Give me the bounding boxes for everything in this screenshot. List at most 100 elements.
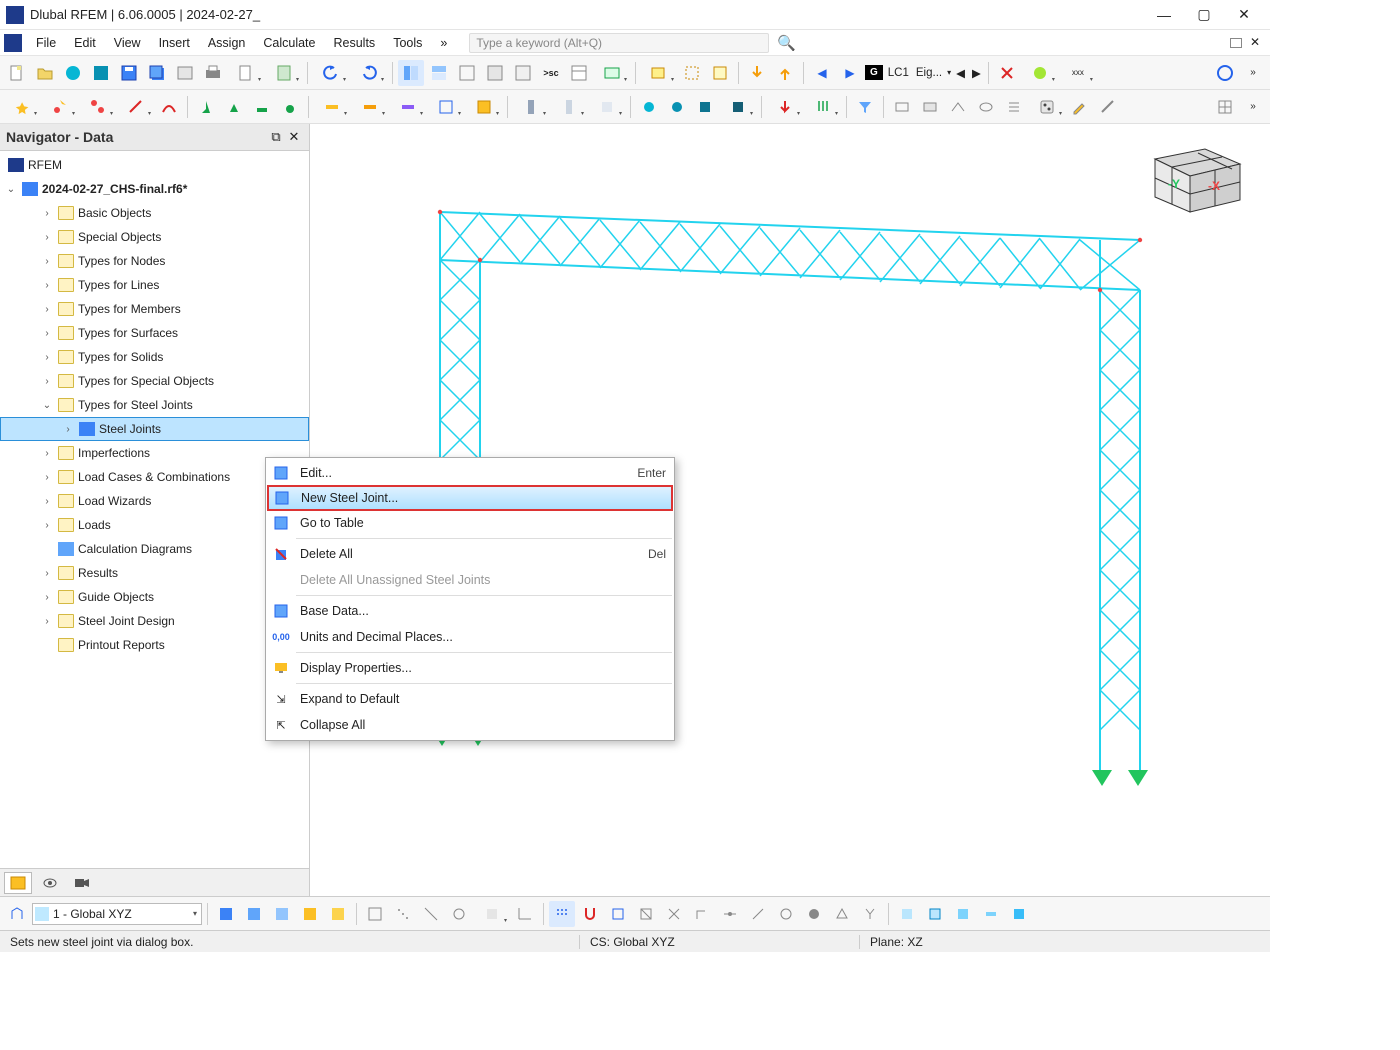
tree-item[interactable]: ›Loads (0, 513, 309, 537)
loadcase-next[interactable]: ▶ (970, 66, 983, 80)
maximize-button[interactable]: ▢ (1184, 2, 1224, 28)
overflow-icon-2[interactable]: » (1240, 94, 1266, 120)
layer-b-icon[interactable] (241, 901, 267, 927)
navigator-popout-icon[interactable]: ⧉ (267, 128, 285, 146)
expander-icon[interactable]: ⌄ (4, 184, 18, 195)
layer-d-icon[interactable] (297, 901, 323, 927)
layer-e-icon[interactable] (325, 901, 351, 927)
menu-results[interactable]: Results (326, 33, 384, 53)
joint-d-icon[interactable] (720, 94, 756, 120)
tree-item[interactable]: ›Types for Surfaces (0, 321, 309, 345)
support-c-icon[interactable] (249, 94, 275, 120)
cross-icon[interactable] (661, 901, 687, 927)
panel-close-icon[interactable]: ✕ (1250, 35, 1266, 51)
node-copy-icon[interactable] (80, 94, 116, 120)
snap-grid-icon[interactable] (549, 901, 575, 927)
new-file-icon[interactable] (4, 60, 30, 86)
node-new-icon[interactable] (4, 94, 40, 120)
expander-icon[interactable]: › (40, 232, 54, 243)
view-c-icon[interactable] (945, 94, 971, 120)
line-new-icon[interactable] (118, 94, 154, 120)
context-menu-item[interactable]: Base Data... (268, 598, 672, 624)
tree-item[interactable]: ›Steel Joint Design (0, 609, 309, 633)
tree-item[interactable]: ›Special Objects (0, 225, 309, 249)
open-file-icon[interactable] (32, 60, 58, 86)
minimize-button[interactable]: — (1144, 2, 1184, 28)
results-table-icon[interactable] (566, 60, 592, 86)
xxx-icon[interactable]: xxx (1060, 60, 1096, 86)
context-menu-item[interactable]: 0,00Units and Decimal Places... (268, 624, 672, 650)
orientation-cube[interactable]: -Y -X (1140, 134, 1250, 219)
section-b-icon[interactable] (466, 94, 502, 120)
navigator-tree[interactable]: RFEM ⌄ 2024-02-27_CHS-final.rf6* ›Basic … (0, 151, 309, 868)
navigator-video-tab[interactable] (68, 872, 96, 894)
move-up-icon[interactable] (772, 60, 798, 86)
filter-right-icon[interactable]: ▶ (837, 60, 863, 86)
tree-item[interactable]: ⌄Types for Steel Joints (0, 393, 309, 417)
grid-a-icon[interactable] (362, 901, 388, 927)
overflow-icon[interactable]: » (1240, 60, 1266, 86)
rect-icon[interactable] (605, 901, 631, 927)
cs-icon[interactable] (4, 901, 30, 927)
expander-icon[interactable]: › (40, 328, 54, 339)
move-down-icon[interactable] (744, 60, 770, 86)
grid-b-icon[interactable] (390, 901, 416, 927)
tree-item[interactable]: Printout Reports (0, 633, 309, 657)
expander-icon[interactable]: › (40, 304, 54, 315)
save-all-icon[interactable] (144, 60, 170, 86)
search-glass-icon[interactable]: 🔍 (777, 34, 796, 52)
expander-icon[interactable]: › (40, 280, 54, 291)
tree-file[interactable]: ⌄ 2024-02-27_CHS-final.rf6* (0, 177, 309, 201)
tree-item[interactable]: ›Results (0, 561, 309, 585)
panel-d-icon[interactable] (482, 60, 508, 86)
save-icon[interactable] (116, 60, 142, 86)
tree-item[interactable]: ›Load Cases & Combinations (0, 465, 309, 489)
rect-x-icon[interactable] (633, 901, 659, 927)
redo-arrow-icon[interactable] (351, 60, 387, 86)
y-icon[interactable] (857, 901, 883, 927)
tree-item[interactable]: ›Types for Special Objects (0, 369, 309, 393)
expander-icon[interactable]: › (40, 376, 54, 387)
support-d-icon[interactable] (277, 94, 303, 120)
tri-icon[interactable] (829, 901, 855, 927)
snap-axis-icon[interactable] (512, 901, 538, 927)
tree-item[interactable]: Calculation Diagrams (0, 537, 309, 561)
expander-icon[interactable]: › (40, 448, 54, 459)
box-b-icon[interactable] (922, 901, 948, 927)
grid-e-icon[interactable] (474, 901, 510, 927)
menu-tools[interactable]: Tools (385, 33, 430, 53)
tree-item[interactable]: ›Steel Joints (0, 417, 309, 441)
script-icon[interactable] (266, 60, 302, 86)
results-graphic-icon[interactable] (594, 60, 630, 86)
navigator-close-icon[interactable]: ✕ (285, 128, 303, 146)
load-b-icon[interactable] (805, 94, 841, 120)
navigator-tree-tab[interactable] (4, 872, 32, 894)
tree-item[interactable]: ›Types for Nodes (0, 249, 309, 273)
box-a-icon[interactable] (894, 901, 920, 927)
expander-icon[interactable]: › (40, 496, 54, 507)
tree-item[interactable]: ›Types for Solids (0, 345, 309, 369)
support-b-icon[interactable] (221, 94, 247, 120)
cloud-block-icon[interactable] (88, 60, 114, 86)
menu-file[interactable]: File (28, 33, 64, 53)
menu-assign[interactable]: Assign (200, 33, 254, 53)
expander-icon[interactable]: › (40, 520, 54, 531)
load-case-selector[interactable]: G LC1 Eig... ▾ ◀ ▶ (865, 65, 983, 80)
context-menu-item[interactable]: ⇲Expand to Default (268, 686, 672, 712)
support-a-icon[interactable] (193, 94, 219, 120)
panel-restore-icon[interactable] (1230, 38, 1242, 48)
context-menu-item[interactable]: ⇱Collapse All (268, 712, 672, 738)
box-e-icon[interactable] (1006, 901, 1032, 927)
col-a-icon[interactable] (513, 94, 549, 120)
expander-icon[interactable]: › (40, 256, 54, 267)
member-b-icon[interactable] (352, 94, 388, 120)
search-input[interactable]: Type a keyword (Alt+Q) (469, 33, 769, 53)
expander-icon[interactable]: › (40, 352, 54, 363)
panel-e-icon[interactable] (510, 60, 536, 86)
tree-root[interactable]: RFEM (0, 153, 309, 177)
expander-icon[interactable]: › (40, 592, 54, 603)
app-menu-icon[interactable] (4, 34, 22, 52)
filter-icon[interactable] (852, 94, 878, 120)
sc-icon[interactable]: >sc (538, 60, 564, 86)
corner-icon[interactable] (689, 901, 715, 927)
